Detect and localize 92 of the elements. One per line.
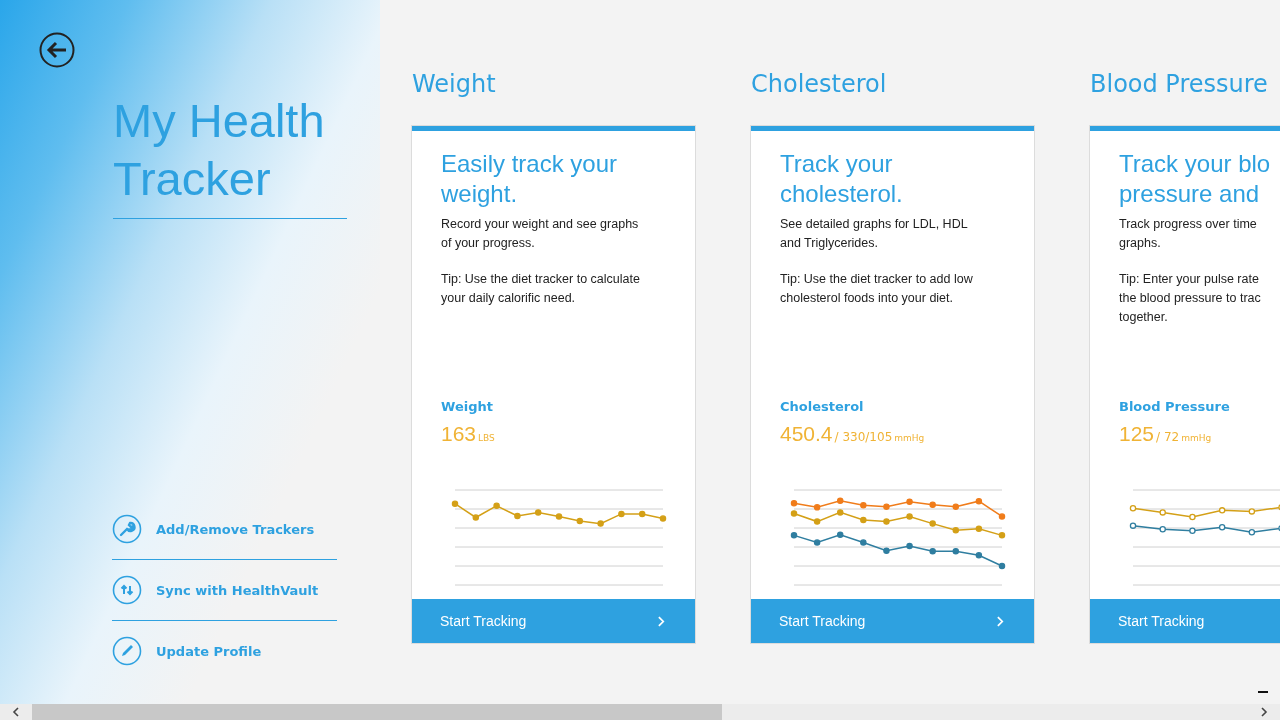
- data-point: [813, 518, 821, 525]
- pencil-icon: [112, 636, 142, 666]
- metric-secondary-value: / 72: [1156, 430, 1180, 444]
- data-point: [998, 562, 1006, 570]
- data-point: [790, 510, 798, 517]
- app-title: My Health Tracker: [113, 92, 347, 219]
- data-point: [975, 497, 983, 505]
- data-point: [1159, 526, 1166, 533]
- card-heading: Track your blo pressure and: [1119, 149, 1272, 209]
- metric-label: Blood Pressure: [1119, 399, 1231, 414]
- data-point: [883, 518, 890, 525]
- data-point: [836, 509, 844, 516]
- start-tracking-button[interactable]: Start Tracking: [412, 599, 695, 643]
- data-point: [1189, 513, 1196, 521]
- data-point: [860, 539, 867, 546]
- data-point: [975, 552, 983, 559]
- data-point: [860, 516, 867, 524]
- metric-label: Cholesterol: [780, 399, 865, 414]
- section-heading: Cholesterol: [751, 70, 888, 100]
- metric-value: 450.4: [780, 422, 833, 446]
- data-point: [906, 498, 913, 505]
- wrench-icon: [112, 514, 142, 544]
- data-point: [1129, 505, 1137, 512]
- data-point: [618, 510, 625, 518]
- back-button[interactable]: [37, 30, 77, 70]
- data-point: [952, 527, 960, 534]
- scrollbar-thumb[interactable]: [32, 704, 722, 720]
- data-point: [493, 502, 500, 509]
- data-point: [514, 512, 521, 520]
- data-point: [998, 532, 1006, 539]
- metric-label: Weight: [441, 399, 494, 414]
- card-description: Record your weight and see graphs of your progress.: [441, 216, 640, 252]
- start-tracking-button[interactable]: Start Tracking: [751, 599, 1034, 643]
- action-link[interactable]: Update Profile: [112, 621, 337, 681]
- data-point: [1129, 522, 1137, 529]
- chevron-right-icon: [997, 615, 1004, 627]
- data-point: [790, 532, 798, 539]
- data-point: [659, 515, 667, 522]
- data-point: [836, 497, 844, 504]
- section-heading: Weight: [412, 70, 497, 100]
- action-link[interactable]: Sync with HealthVault: [112, 560, 337, 621]
- data-point: [836, 531, 844, 539]
- data-point: [929, 547, 936, 555]
- data-point: [534, 509, 542, 516]
- card-description: Track progress over time graphs.: [1119, 216, 1258, 252]
- metric-value: 163: [441, 422, 477, 446]
- data-point: [1218, 523, 1226, 531]
- data-point: [952, 503, 960, 511]
- card-description: See detailed graphs for LDL, HDL and Triglycerides.: [780, 216, 969, 252]
- card-description: Tip: Use the diet tracker to calculate your daily calorific need.: [441, 271, 641, 307]
- data-point: [1248, 529, 1256, 536]
- scroll-left-icon[interactable]: [12, 707, 20, 717]
- data-point: [883, 503, 890, 511]
- data-point: [813, 539, 821, 546]
- card-description: Tip: Enter your pulse rate the blood pressure to trac together.: [1119, 271, 1262, 326]
- data-point: [451, 500, 459, 507]
- sync-icon: [112, 575, 142, 605]
- data-point: [998, 513, 1006, 520]
- horizontal-scrollbar[interactable]: [0, 704, 1280, 720]
- data-point: [555, 513, 563, 520]
- data-point: [883, 547, 890, 554]
- data-point: [790, 499, 798, 507]
- chevron-right-icon: [658, 615, 665, 627]
- scroll-right-icon[interactable]: [1260, 707, 1268, 717]
- data-point: [906, 513, 913, 520]
- data-point: [597, 520, 604, 527]
- metric-value: 125: [1119, 422, 1155, 446]
- data-point: [472, 514, 480, 521]
- metric-unit: mmHg: [1181, 433, 1212, 443]
- data-point: [929, 501, 936, 508]
- data-point: [975, 525, 983, 532]
- data-point: [1159, 509, 1166, 516]
- data-point: [929, 520, 936, 527]
- action-link[interactable]: Add/Remove Trackers: [112, 499, 337, 560]
- minus-icon: [1258, 691, 1268, 693]
- card-description: Tip: Use the diet tracker to add low cholesterol foods into your diet.: [780, 271, 974, 307]
- data-point: [1218, 507, 1226, 514]
- data-point: [906, 542, 913, 550]
- metric-unit: LBS: [478, 433, 495, 443]
- card-heading: Track your cholesterol.: [780, 149, 904, 209]
- data-point: [1248, 508, 1256, 515]
- data-point: [1189, 527, 1196, 534]
- data-point: [576, 517, 584, 525]
- section-heading: Blood Pressure: [1090, 70, 1269, 100]
- start-tracking-button[interactable]: Start Tracking: [1090, 599, 1280, 643]
- data-point: [638, 510, 646, 518]
- metric-unit: mmHg: [894, 433, 925, 443]
- data-point: [813, 504, 821, 511]
- data-point: [860, 502, 867, 509]
- metric-secondary-value: / 330/105: [834, 430, 893, 444]
- card-heading: Easily track your weight.: [441, 149, 619, 209]
- data-point: [952, 547, 960, 555]
